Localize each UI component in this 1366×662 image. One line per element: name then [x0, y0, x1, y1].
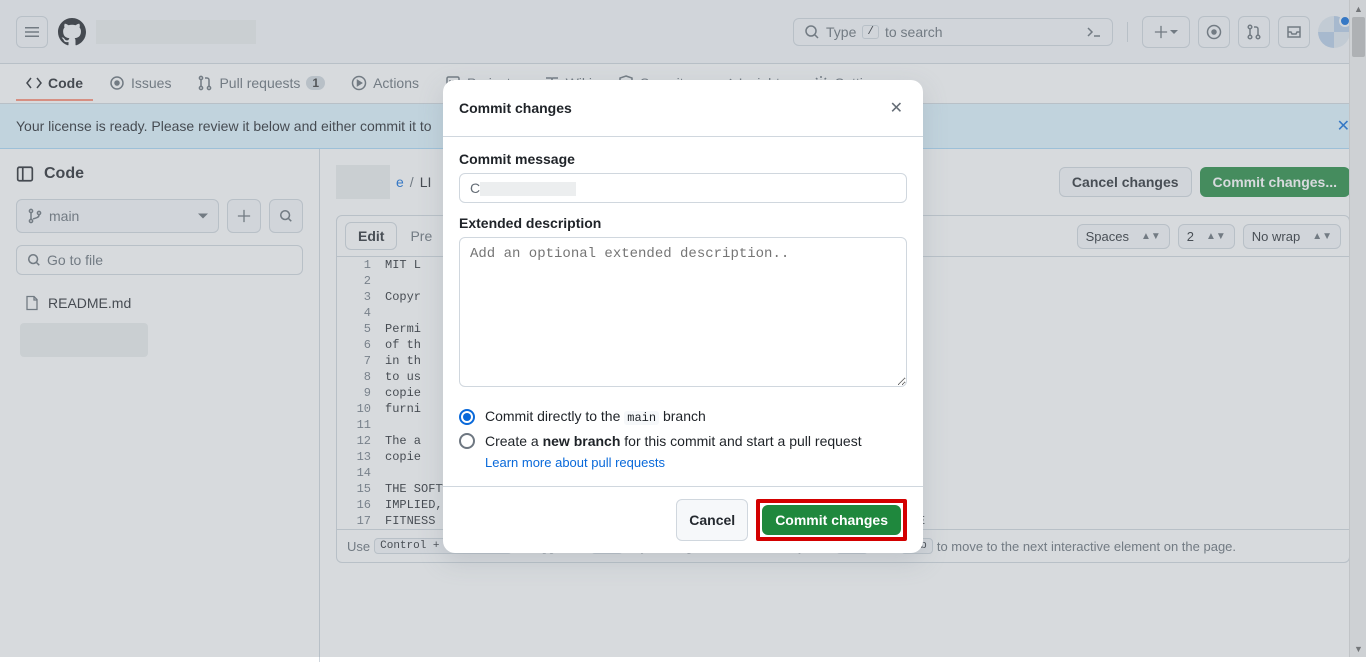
learn-more-link[interactable]: Learn more about pull requests	[485, 455, 665, 470]
commit-message-label: Commit message	[459, 151, 907, 167]
modal-cancel-button[interactable]: Cancel	[676, 499, 748, 541]
commit-modal: Commit changes ✕ Commit message C Extend…	[443, 80, 923, 553]
radio-unchecked-icon	[459, 433, 475, 449]
extended-desc-input[interactable]	[459, 237, 907, 387]
extended-desc-label: Extended description	[459, 215, 907, 231]
modal-title: Commit changes	[459, 100, 572, 116]
commit-highlight: Commit changes	[756, 499, 907, 541]
commit-new-branch-option[interactable]: Create a new branch for this commit and …	[459, 429, 907, 453]
modal-commit-button[interactable]: Commit changes	[762, 505, 901, 535]
close-icon[interactable]: ✕	[886, 94, 907, 122]
commit-message-input[interactable]: C	[459, 173, 907, 203]
modal-backdrop: Commit changes ✕ Commit message C Extend…	[0, 0, 1366, 657]
radio-checked-icon	[459, 409, 475, 425]
commit-direct-option[interactable]: Commit directly to the main branch	[459, 404, 907, 429]
commit-message-redacted	[480, 182, 576, 196]
